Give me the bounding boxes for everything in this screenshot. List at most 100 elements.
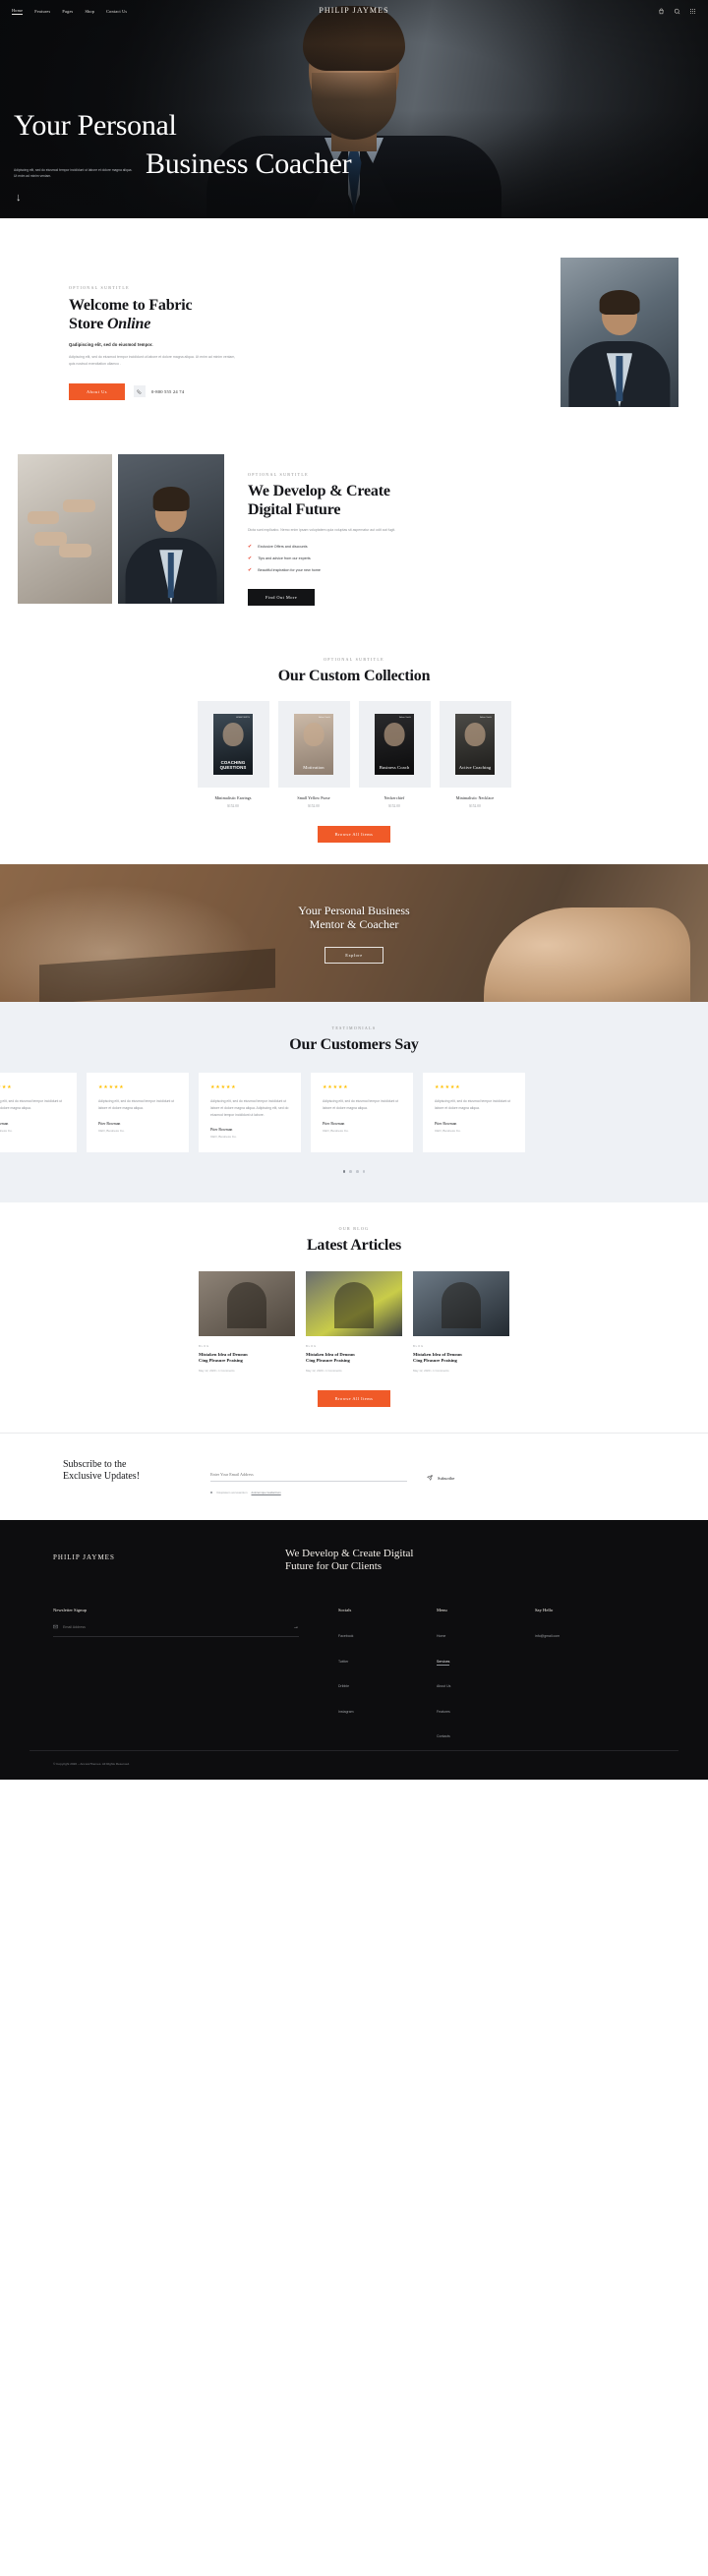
develop-body: Dicta sunt explicabo. Nemo enim ipsam vo… (248, 528, 396, 533)
footer-link-home[interactable]: Home (437, 1634, 445, 1638)
nav-item-shop[interactable]: Shop (85, 9, 94, 14)
carousel-pagination[interactable] (0, 1170, 708, 1174)
collection-section: OPTIONAL SUBTITLE Our Custom Collection … (0, 638, 708, 865)
arrow-right-icon[interactable]: → (293, 1624, 299, 1630)
list-item: Twitter (338, 1650, 397, 1668)
footer-link-features[interactable]: Features (437, 1710, 450, 1714)
testimonials-title: Our Customers Say (289, 1036, 419, 1054)
book-cover-text: COACHING QUESTIONS (219, 760, 247, 770)
product-card[interactable]: Adam Smith Motivation Small Yellow Purse … (277, 701, 350, 808)
articles-section: OUR BLOG Latest Articles BLOG Mistaken I… (0, 1202, 708, 1433)
welcome-eyebrow: OPTIONAL SUBTITLE (69, 285, 130, 290)
cart-icon[interactable] (658, 8, 665, 15)
subscribe-note-link[interactable]: doloremque laudantium (252, 1491, 281, 1494)
footer-link-services[interactable]: Services (437, 1659, 450, 1667)
develop-bullets: ✔ Exclusive Offers and discounts ✔ Tips an… (248, 544, 690, 573)
bullet-label: Tips and advice from our experts (258, 556, 311, 561)
list-item: Home (437, 1624, 496, 1642)
welcome-section: OPTIONAL SUBTITLE Welcome to Fabric Stor… (0, 218, 708, 440)
subscribe-button[interactable]: Subscribe (426, 1474, 454, 1482)
product-name[interactable]: Minimalistic Necklace (440, 795, 511, 800)
article-meta: May 12, 2020 • 1 Comments (306, 1368, 342, 1373)
article-category[interactable]: BLOG (306, 1344, 402, 1348)
carousel-dot-4[interactable] (362, 1170, 366, 1174)
product-thumbnail[interactable]: Adam Smith Active Coaching (439, 701, 511, 789)
footer-email-input[interactable] (63, 1625, 293, 1630)
footer-link-about-us[interactable]: About Us (437, 1684, 450, 1688)
welcome-title-italic: Online (106, 315, 151, 332)
footer-link-twitter[interactable]: Twitter (338, 1660, 348, 1664)
welcome-image (560, 258, 678, 407)
testimonial-card: ★★★★★ Adipiscing elit, sed do eiusmod te… (0, 1073, 77, 1153)
site-logo[interactable]: PHILIP JAYMES (319, 6, 388, 15)
footer-logo[interactable]: PHILIP JAYMES (30, 1548, 246, 1575)
article-title[interactable]: Mistaken Idea of Denoun Cing Pleasure Pr… (306, 1352, 402, 1364)
footer-link-dribble[interactable]: Dribble (338, 1684, 349, 1688)
article-card[interactable]: BLOG Mistaken Idea of Denoun Cing Pleasu… (306, 1270, 402, 1373)
product-thumbnail[interactable]: ADAM SMITH COACHING QUESTIONS (197, 701, 269, 789)
product-name[interactable]: Minimalistic Earrings (198, 795, 269, 800)
carousel-dot-1[interactable] (342, 1170, 346, 1174)
product-thumbnail[interactable]: Adam Smith Business Coach (358, 701, 431, 789)
site-footer: PHILIP JAYMES We Develop & Create Digita… (0, 1519, 708, 1780)
search-icon[interactable] (674, 8, 680, 15)
article-meta: May 12, 2020 • 1 Comments (199, 1368, 235, 1373)
article-title[interactable]: Mistaken Idea of Denoun Cing Pleasure Pr… (199, 1352, 295, 1364)
browse-all-items-button-collection[interactable]: Browse All Items (317, 826, 391, 844)
subscribe-title-line-1: Subscribe to the (63, 1458, 127, 1470)
phone-icon (133, 385, 146, 398)
testimonial-card: ★★★★★ Adipiscing elit, sed do eiusmod te… (87, 1073, 189, 1153)
nav-item-pages[interactable]: Pages (62, 9, 73, 14)
product-name[interactable]: Neckerchief (359, 795, 431, 800)
article-image[interactable] (306, 1270, 402, 1336)
footer-column-socials: Socials Facebook Twitter Dribble Instagr… (338, 1608, 397, 1750)
book-author: ADAM SMITH (236, 717, 250, 720)
product-card[interactable]: Adam Smith Active Coaching Minimalistic N… (439, 701, 511, 808)
carousel-dot-2[interactable] (349, 1170, 352, 1174)
cta-title-line-1: Your Personal Business (298, 904, 410, 918)
subscribe-email-input[interactable] (210, 1471, 407, 1482)
article-image[interactable] (413, 1270, 509, 1336)
nav-item-home[interactable]: Home (12, 8, 24, 15)
testimonial-quote: Adipiscing elit, sed do eiusmod tempor i… (0, 1099, 63, 1110)
list-item: Dribble (338, 1674, 397, 1692)
testimonial-role: CEO, Business Co. (435, 1128, 461, 1133)
product-name[interactable]: Small Yellow Purse (278, 795, 350, 800)
product-card[interactable]: ADAM SMITH COACHING QUESTIONS Minimalisti… (197, 701, 269, 808)
article-image[interactable] (199, 1270, 295, 1336)
testimonial-author: Piter Bowman (210, 1128, 233, 1133)
cta-explore-button[interactable]: Explore (324, 946, 384, 964)
article-category[interactable]: BLOG (413, 1344, 509, 1348)
develop-image-portrait (118, 454, 224, 604)
develop-title-line-1: We Develop & Create (248, 483, 390, 499)
rating-stars: ★★★★★ (323, 1084, 349, 1090)
scroll-down-arrow-icon[interactable]: ↓ (16, 193, 22, 204)
grid-menu-icon[interactable] (689, 8, 696, 15)
nav-item-contact-us[interactable]: Contact Us (106, 9, 127, 14)
browse-all-items-button-articles[interactable]: Browse All Items (317, 1389, 391, 1407)
about-us-button[interactable]: About Us (69, 382, 125, 400)
product-card[interactable]: Adam Smith Business Coach Neckerchief $15… (358, 701, 431, 808)
welcome-body: Adipiscing elit, sed do eiusmod tempor i… (69, 355, 236, 366)
article-category[interactable]: BLOG (199, 1344, 295, 1348)
testimonial-quote: Adipiscing elit, sed do eiusmod tempor i… (98, 1099, 175, 1110)
product-thumbnail[interactable]: Adam Smith Motivation (277, 701, 350, 789)
footer-link-instagram[interactable]: Instagram (338, 1710, 354, 1714)
testimonial-author: Piter Bowman (0, 1121, 9, 1126)
phone-block[interactable]: 0-800 555 24 74 (133, 385, 184, 398)
article-card[interactable]: BLOG Mistaken Idea of Denoun Cing Pleasu… (199, 1270, 295, 1373)
find-out-more-button[interactable]: Find Out More (248, 588, 316, 606)
carousel-dot-3[interactable] (356, 1170, 359, 1174)
check-icon: ✔ (248, 566, 253, 573)
testimonial-carousel[interactable]: ★★★★★ Adipiscing elit, sed do eiusmod te… (0, 1073, 708, 1153)
article-card[interactable]: BLOG Mistaken Idea of Denoun Cing Pleasu… (413, 1270, 509, 1373)
product-grid: ADAM SMITH COACHING QUESTIONS Minimalisti… (0, 701, 708, 808)
footer-link-email[interactable]: info@gmail.com (535, 1634, 560, 1638)
footer-link-facebook[interactable]: Facebook (338, 1634, 353, 1638)
nav-item-features[interactable]: Features (34, 9, 50, 14)
footer-link-contacts[interactable]: Contacts (437, 1734, 450, 1738)
phone-number[interactable]: 0-800 555 24 74 (151, 389, 184, 394)
testimonial-author: Piter Bowman (435, 1121, 457, 1126)
article-title[interactable]: Mistaken Idea of Denoun Cing Pleasure Pr… (413, 1352, 509, 1364)
hero-section: Home Features Pages Shop Contact Us PHIL… (0, 0, 708, 218)
